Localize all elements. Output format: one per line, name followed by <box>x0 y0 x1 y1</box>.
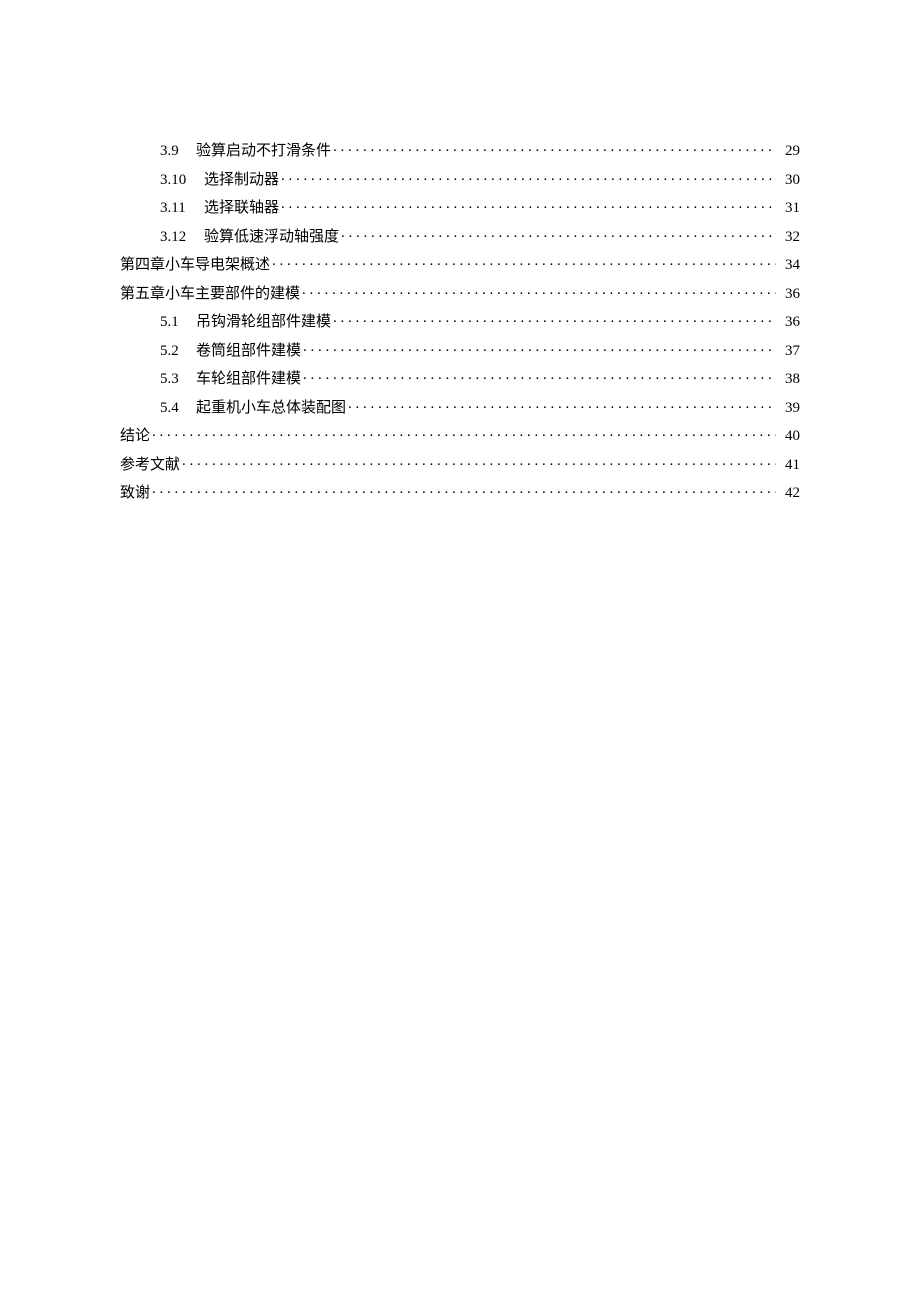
toc-leader-dots <box>182 454 776 469</box>
toc-section-number: 3.9 <box>160 144 196 159</box>
toc-section-number: 3.11 <box>160 201 204 216</box>
toc-leader-dots <box>152 425 776 440</box>
toc-entry: 致谢 42 <box>120 482 800 501</box>
toc-page-number: 39 <box>776 401 800 416</box>
toc-page-number: 40 <box>776 429 800 444</box>
toc-leader-dots <box>333 311 776 326</box>
toc-entry: 3.9验算启动不打滑条件 29 <box>120 140 800 159</box>
toc-entry: 3.11选择联轴器 31 <box>120 197 800 216</box>
toc-entry: 第四章小车导电架概述 34 <box>120 254 800 273</box>
toc-title: 卷筒组部件建模 <box>196 344 303 359</box>
toc-leader-dots <box>341 226 776 241</box>
toc-title: 选择制动器 <box>204 173 281 188</box>
toc-title: 验算启动不打滑条件 <box>196 144 333 159</box>
toc-title: 参考文献 <box>120 458 182 473</box>
toc-title: 验算低速浮动轴强度 <box>204 230 341 245</box>
toc-leader-dots <box>152 482 776 497</box>
toc-entry: 结论 40 <box>120 425 800 444</box>
toc-section-number: 5.4 <box>160 401 196 416</box>
toc-title: 起重机小车总体装配图 <box>196 401 348 416</box>
toc-leader-dots <box>302 283 776 298</box>
toc-page-number: 42 <box>776 486 800 501</box>
toc-entry: 3.12验算低速浮动轴强度 32 <box>120 226 800 245</box>
toc-page-number: 36 <box>776 315 800 330</box>
toc-title: 结论 <box>120 429 152 444</box>
toc-entry: 5.2卷筒组部件建模 37 <box>120 340 800 359</box>
toc-page-number: 41 <box>776 458 800 473</box>
toc-leader-dots <box>281 197 776 212</box>
toc-leader-dots <box>333 140 776 155</box>
toc-section-number: 5.1 <box>160 315 196 330</box>
toc-page-number: 34 <box>776 258 800 273</box>
toc-leader-dots <box>303 368 776 383</box>
toc-title: 第五章小车主要部件的建模 <box>120 287 302 302</box>
toc-page-number: 38 <box>776 372 800 387</box>
toc-page-number: 31 <box>776 201 800 216</box>
toc-title: 致谢 <box>120 486 152 501</box>
toc-page-number: 36 <box>776 287 800 302</box>
toc-leader-dots <box>303 340 776 355</box>
toc-entry: 5.3车轮组部件建模 38 <box>120 368 800 387</box>
toc-title: 第四章小车导电架概述 <box>120 258 272 273</box>
toc-entry: 3.10选择制动器 30 <box>120 169 800 188</box>
toc-page-number: 29 <box>776 144 800 159</box>
toc-entry: 5.1吊钩滑轮组部件建模 36 <box>120 311 800 330</box>
toc-entry: 参考文献 41 <box>120 454 800 473</box>
document-page: 3.9验算启动不打滑条件 29 3.10选择制动器 30 3.11选择联轴器 31 3.12… <box>0 0 920 501</box>
toc-title: 吊钩滑轮组部件建模 <box>196 315 333 330</box>
toc-section-number: 3.12 <box>160 230 204 245</box>
toc-entry: 第五章小车主要部件的建模 36 <box>120 283 800 302</box>
table-of-contents: 3.9验算启动不打滑条件 29 3.10选择制动器 30 3.11选择联轴器 31 3.12… <box>120 140 800 501</box>
toc-page-number: 32 <box>776 230 800 245</box>
toc-leader-dots <box>281 169 776 184</box>
toc-title: 车轮组部件建模 <box>196 372 303 387</box>
toc-title: 选择联轴器 <box>204 201 281 216</box>
toc-page-number: 30 <box>776 173 800 188</box>
toc-leader-dots <box>348 397 776 412</box>
toc-section-number: 3.10 <box>160 173 204 188</box>
toc-section-number: 5.3 <box>160 372 196 387</box>
toc-section-number: 5.2 <box>160 344 196 359</box>
toc-entry: 5.4起重机小车总体装配图 39 <box>120 397 800 416</box>
toc-page-number: 37 <box>776 344 800 359</box>
toc-leader-dots <box>272 254 776 269</box>
